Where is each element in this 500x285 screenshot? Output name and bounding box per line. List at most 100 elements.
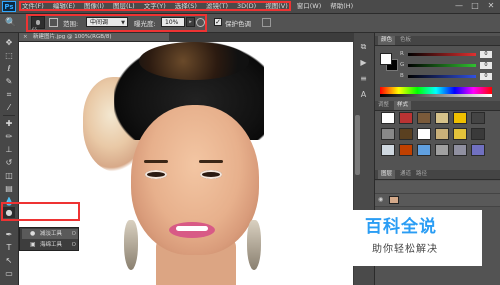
highlight-tool-box — [1, 202, 80, 221]
document-tab[interactable]: × 新建图片.jpg @ 100%(RGB/8) — [19, 33, 169, 42]
style-swatch[interactable] — [435, 144, 449, 156]
layer-row[interactable]: ◉ — [375, 194, 500, 207]
flyout-label: 减淡工具 — [40, 231, 63, 237]
channel-b-value[interactable]: 0 — [480, 73, 492, 80]
properties-panel-icon[interactable]: ≡ — [358, 73, 369, 84]
dodge-icon: ● — [30, 230, 36, 237]
gradient-tool-icon[interactable]: ▤ — [3, 183, 15, 194]
style-swatch[interactable] — [471, 128, 485, 140]
channel-r-value[interactable]: 0 — [480, 51, 492, 58]
dodge-tool-preset-icon[interactable]: 🔍 — [5, 17, 17, 29]
style-swatch[interactable] — [417, 128, 431, 140]
tab-swatches[interactable]: 色板 — [400, 36, 411, 45]
minimize-button[interactable]: — — [454, 1, 464, 11]
shape-tool-icon[interactable]: ▭ — [3, 268, 15, 279]
left-eye-image — [145, 170, 167, 179]
styles-panel-tabs: 调整 样式 — [378, 101, 412, 110]
flyout-item-sponge[interactable]: ▣ 海绵工具 O — [22, 240, 78, 250]
photoshop-logo: Ps — [2, 1, 16, 12]
lasso-tool-icon[interactable]: ℓ — [3, 63, 15, 74]
canvas-scrollbar[interactable] — [355, 115, 360, 175]
grayscale-ramp[interactable] — [380, 94, 492, 97]
tools-divider — [3, 115, 15, 116]
eye-icon[interactable]: ◉ — [378, 196, 385, 203]
path-selection-tool-icon[interactable]: ↖ — [3, 255, 15, 266]
style-swatch[interactable] — [399, 112, 413, 124]
type-tool-icon[interactable]: T — [3, 242, 15, 253]
history-brush-tool-icon[interactable]: ↺ — [3, 157, 15, 168]
tab-channels[interactable]: 通道 — [400, 170, 411, 179]
style-swatch[interactable] — [435, 128, 449, 140]
flyout-item-dodge[interactable]: ● 减淡工具 O — [22, 229, 78, 239]
quick-select-tool-icon[interactable]: ✎ — [3, 76, 15, 87]
tab-adjustments[interactable]: 调整 — [378, 101, 389, 110]
history-panel-icon[interactable]: ⧉ — [358, 41, 369, 52]
tools-panel: ✥ ⬚ ℓ ✎ ⌗ ⁄ ✚ ✏ ⊥ ↺ ◫ ▤ 💧 ● ✒ T ↖ ▭ — [0, 33, 19, 285]
close-icon[interactable]: × — [23, 33, 28, 41]
brush-tool-icon[interactable]: ✏ — [3, 131, 15, 142]
right-eye-image — [200, 170, 222, 179]
teeth-image — [176, 226, 208, 231]
eraser-tool-icon[interactable]: ◫ — [3, 170, 15, 181]
channel-b-slider[interactable] — [408, 75, 476, 78]
foreground-color-swatch[interactable] — [380, 53, 392, 65]
hair-bun-image — [139, 42, 249, 80]
style-swatch[interactable] — [471, 112, 485, 124]
clone-stamp-tool-icon[interactable]: ⊥ — [3, 144, 15, 155]
style-swatch[interactable] — [435, 112, 449, 124]
watermark-subtitle: 助你轻松解决 — [372, 244, 438, 255]
color-spectrum-bar[interactable] — [380, 87, 492, 94]
channel-b-label: B — [400, 73, 404, 79]
highlight-options-box — [26, 14, 207, 32]
style-swatch[interactable] — [399, 144, 413, 156]
crop-tool-icon[interactable]: ⌗ — [3, 89, 15, 100]
style-swatch[interactable] — [453, 144, 467, 156]
pen-tool-icon[interactable]: ✒ — [3, 229, 15, 240]
protect-tones-checkbox[interactable]: ✓ — [214, 18, 222, 26]
style-swatch[interactable] — [381, 144, 395, 156]
close-button[interactable]: ✕ — [486, 1, 496, 11]
layers-panel-tabs: 图层 通道 路径 — [378, 170, 427, 179]
sponge-icon: ▣ — [30, 241, 36, 248]
right-earring-image — [247, 220, 261, 270]
marquee-tool-icon[interactable]: ⬚ — [3, 50, 15, 61]
styles-grid — [381, 112, 491, 156]
character-panel-icon[interactable]: A — [358, 89, 369, 100]
tab-paths[interactable]: 路径 — [416, 170, 427, 179]
window-controls: — □ ✕ — [454, 1, 496, 11]
channel-g-label: G — [400, 62, 405, 68]
style-swatch[interactable] — [453, 128, 467, 140]
move-tool-icon[interactable]: ✥ — [3, 37, 15, 48]
style-swatch[interactable] — [417, 112, 431, 124]
flyout-shortcut: O — [71, 242, 76, 248]
tab-layers[interactable]: 图层 — [378, 170, 396, 179]
flyout-label: 海绵工具 — [40, 242, 63, 248]
maximize-button[interactable]: □ — [470, 1, 480, 11]
style-swatch[interactable] — [471, 144, 485, 156]
left-brow-image — [144, 160, 168, 163]
channel-r-slider[interactable] — [408, 53, 476, 56]
menu-help[interactable]: 帮助(H) — [330, 0, 353, 13]
channel-g-slider[interactable] — [408, 64, 476, 67]
right-brow-image — [199, 160, 223, 163]
document-title: 新建图片.jpg @ 100%(RGB/8) — [33, 34, 112, 40]
menu-window[interactable]: 窗口(W) — [297, 0, 322, 13]
healing-brush-tool-icon[interactable]: ✚ — [3, 118, 15, 129]
channel-r-label: R — [400, 51, 404, 57]
pressure-size-icon[interactable] — [262, 18, 271, 27]
tab-styles[interactable]: 样式 — [394, 101, 412, 110]
channel-g-value[interactable]: 0 — [480, 62, 492, 69]
actions-panel-icon[interactable]: ▶ — [358, 57, 369, 68]
left-earring-image — [124, 220, 138, 270]
tool-flyout-menu: ● 减淡工具 O ▣ 海绵工具 O — [19, 227, 79, 251]
style-swatch[interactable] — [381, 128, 395, 140]
protect-tones-label: 保护色调 — [225, 20, 251, 28]
style-swatch[interactable] — [453, 112, 467, 124]
layers-filter-row — [375, 181, 500, 194]
style-swatch[interactable] — [417, 144, 431, 156]
style-swatch[interactable] — [399, 128, 413, 140]
watermark-title: 百科全说 — [365, 217, 437, 237]
eyedropper-tool-icon[interactable]: ⁄ — [3, 102, 15, 113]
tab-color[interactable]: 颜色 — [378, 36, 396, 45]
style-swatch[interactable] — [381, 112, 395, 124]
